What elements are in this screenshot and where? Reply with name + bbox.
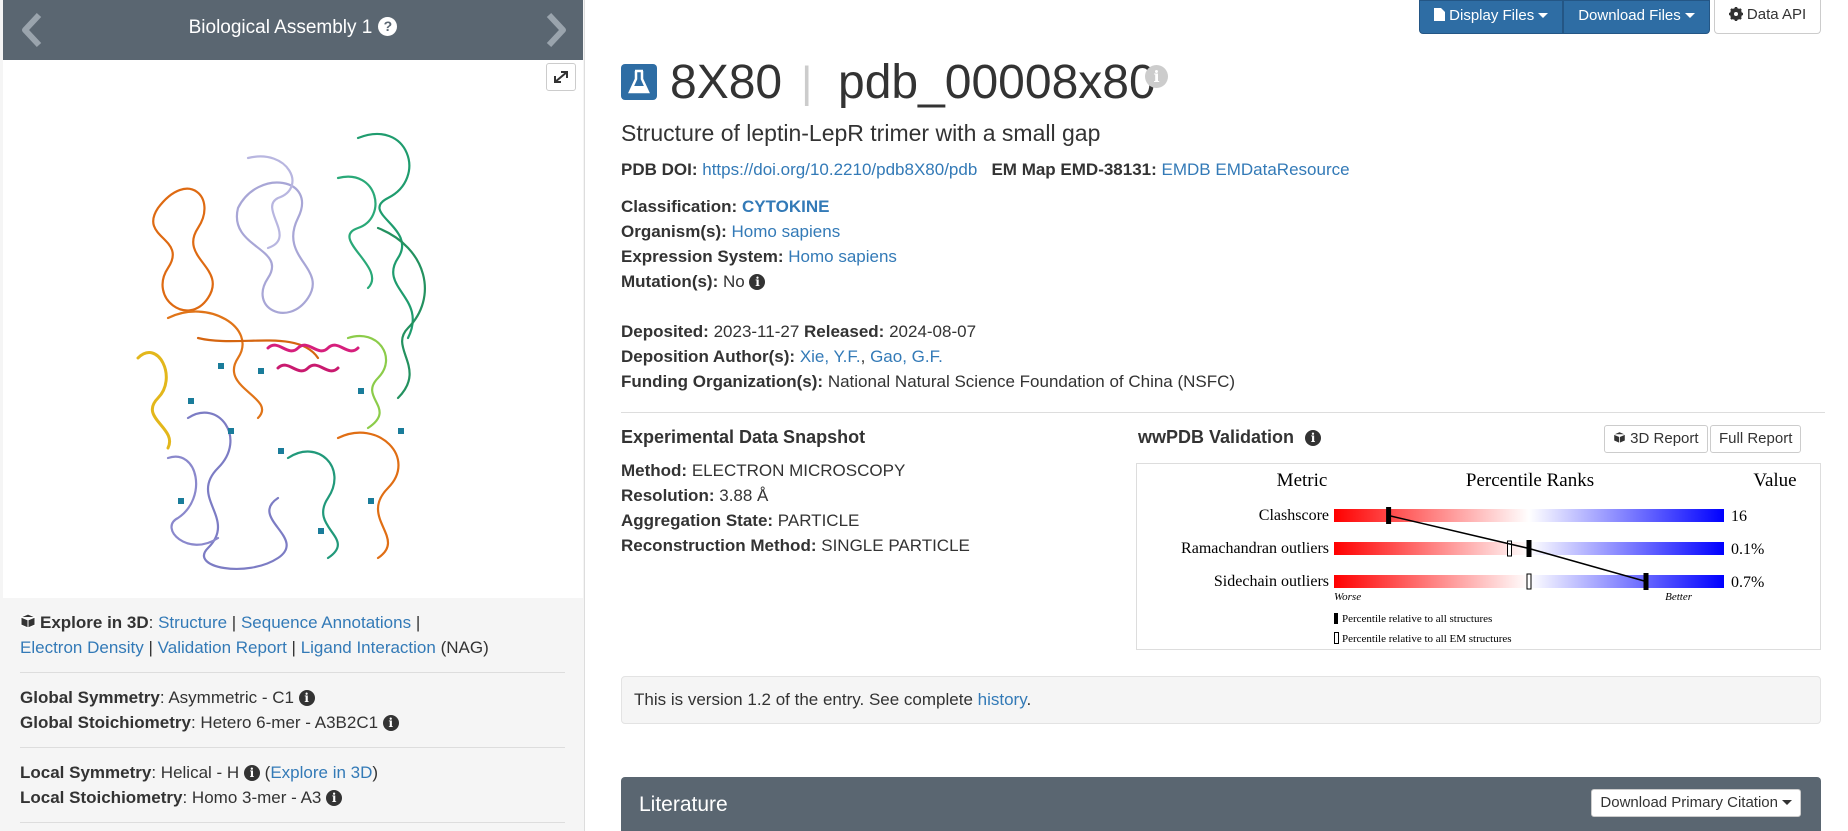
structure-link[interactable]: Structure bbox=[158, 613, 227, 632]
metric-label: Clashscore bbox=[1259, 507, 1329, 524]
metric-value: 0.1% bbox=[1731, 541, 1764, 558]
full-report-button[interactable]: Full Report bbox=[1710, 425, 1802, 453]
classification-row: Classification: CYTOKINE bbox=[621, 197, 830, 216]
value-header: Value bbox=[1753, 470, 1796, 491]
cube-icon bbox=[1613, 431, 1626, 444]
metric-label: Sidechain outliers bbox=[1214, 573, 1329, 590]
entry-title: Structure of leptin-LepR trimer with a s… bbox=[621, 120, 1101, 146]
aggregation-row: Aggregation State: PARTICLE bbox=[621, 511, 860, 530]
worse-label: Worse bbox=[1334, 591, 1361, 603]
metric-value: 0.7% bbox=[1731, 574, 1764, 591]
validation-slider-graphic: Metric Percentile Ranks Value Clashscore… bbox=[1181, 470, 1797, 645]
all-percentile-marker bbox=[1386, 507, 1392, 524]
explore-3d-link[interactable]: Explore in 3D bbox=[270, 763, 372, 782]
info-icon[interactable]: i bbox=[326, 790, 343, 806]
divider bbox=[621, 412, 1825, 413]
gear-icon bbox=[1728, 7, 1743, 21]
display-files-button[interactable]: Display Files bbox=[1419, 0, 1564, 34]
method-row: Method: ELECTRON MICROSCOPY bbox=[621, 461, 906, 480]
percentile-header: Percentile Ranks bbox=[1466, 470, 1594, 491]
validation-slider[interactable]: Metric Percentile Ranks Value Clashscore… bbox=[1136, 463, 1821, 650]
top-toolbar: Display Files Download Files Data API bbox=[1419, 0, 1822, 34]
legend-em: Percentile relative to all EM structures bbox=[1342, 633, 1512, 645]
info-icon[interactable]: i bbox=[749, 274, 766, 290]
download-files-button[interactable]: Download Files bbox=[1563, 0, 1710, 34]
metric-header: Metric bbox=[1277, 470, 1328, 491]
info-icon[interactable]: i bbox=[1145, 65, 1168, 88]
legend-all: Percentile relative to all structures bbox=[1342, 613, 1492, 625]
snapshot-title: Experimental Data Snapshot bbox=[621, 427, 866, 447]
emdb-link[interactable]: EMDB bbox=[1162, 160, 1211, 179]
organism-row: Organism(s): Homo sapiens bbox=[621, 222, 841, 241]
organism-link[interactable]: Homo sapiens bbox=[732, 222, 841, 241]
sequence-annotations-link[interactable]: Sequence Annotations bbox=[241, 613, 411, 632]
metric-value: 16 bbox=[1731, 508, 1747, 525]
author-link[interactable]: Gao, G.F. bbox=[870, 347, 943, 366]
data-api-button[interactable]: Data API bbox=[1713, 0, 1822, 34]
caret-down-icon bbox=[1684, 13, 1695, 18]
molecule-render bbox=[136, 132, 426, 570]
flask-icon bbox=[621, 64, 657, 100]
literature-panel: Literature Download Primary Citation bbox=[621, 777, 1821, 831]
history-link[interactable]: history bbox=[978, 690, 1027, 709]
info-icon[interactable]: i bbox=[382, 715, 399, 731]
caret-down-icon bbox=[1538, 13, 1549, 18]
assembly-info: Explore in 3D: Structure | Sequence Anno… bbox=[20, 610, 565, 831]
explore-section: Explore in 3D: Structure | Sequence Anno… bbox=[20, 610, 565, 673]
structure-image[interactable] bbox=[3, 60, 583, 598]
info-icon[interactable]: i bbox=[1305, 430, 1322, 446]
ligand-interaction-link[interactable]: Ligand Interaction bbox=[301, 638, 436, 657]
all-percentile-marker bbox=[1526, 540, 1532, 557]
expression-row: Expression System: Homo sapiens bbox=[621, 247, 897, 266]
legend-all-marker bbox=[1334, 613, 1338, 624]
help-icon[interactable]: ? bbox=[378, 17, 398, 36]
assembly-carousel-header: Biological Assembly 1? bbox=[3, 0, 583, 60]
authors-row: Deposition Author(s): Xie, Y.F., Gao, G.… bbox=[621, 347, 943, 366]
file-icon bbox=[1434, 8, 1445, 21]
explore-label: Explore in 3D bbox=[40, 613, 149, 632]
info-icon[interactable]: i bbox=[298, 690, 315, 706]
entry-id: 8X80 bbox=[670, 56, 783, 109]
all-percentile-marker bbox=[1643, 573, 1649, 590]
3d-report-button[interactable]: 3D Report bbox=[1604, 425, 1708, 453]
cube-icon bbox=[20, 613, 36, 629]
download-primary-citation-button[interactable]: Download Primary Citation bbox=[1591, 789, 1801, 817]
reconstruction-row: Reconstruction Method: SINGLE PARTICLE bbox=[621, 536, 970, 555]
validation-report-link[interactable]: Validation Report bbox=[158, 638, 287, 657]
expand-button[interactable] bbox=[546, 63, 576, 91]
doi-row: PDB DOI: https://doi.org/10.2210/pdb8X80… bbox=[621, 160, 1350, 179]
dates-row: Deposited: 2023-11-27 Released: 2024-08-… bbox=[621, 322, 977, 341]
literature-title: Literature bbox=[639, 793, 728, 816]
chevron-right-icon[interactable] bbox=[541, 12, 571, 48]
author-link[interactable]: Xie, Y.F. bbox=[800, 347, 861, 366]
better-label: Better bbox=[1665, 591, 1693, 603]
classification-link[interactable]: CYTOKINE bbox=[742, 197, 830, 216]
funding-row: Funding Organization(s): National Natura… bbox=[621, 372, 1236, 391]
resolution-row: Resolution: 3.88 Å bbox=[621, 486, 769, 505]
assembly-title: Biological Assembly 1? bbox=[3, 17, 583, 39]
percentile-bar bbox=[1334, 509, 1724, 522]
version-notice: This is version 1.2 of the entry. See co… bbox=[621, 676, 1821, 724]
doi-link[interactable]: https://doi.org/10.2210/pdb8X80/pdb bbox=[702, 160, 977, 179]
expression-link[interactable]: Homo sapiens bbox=[788, 247, 897, 266]
electron-density-link[interactable]: Electron Density bbox=[20, 638, 144, 657]
global-symmetry-section: Global Symmetry: Asymmetric - C1 i Globa… bbox=[20, 685, 565, 748]
validation-title: wwPDB Validation i bbox=[1138, 427, 1322, 448]
left-panel: Biological Assembly 1? Explore in 3D: St… bbox=[0, 0, 585, 831]
mutation-row: Mutation(s): No i bbox=[621, 272, 766, 292]
expand-icon bbox=[554, 71, 568, 83]
title-separator: | bbox=[801, 58, 813, 107]
em-percentile-marker bbox=[1526, 573, 1532, 590]
emdataresource-link[interactable]: EMDataResource bbox=[1215, 160, 1349, 179]
info-icon[interactable]: i bbox=[243, 765, 260, 781]
local-symmetry-section: Local Symmetry: Helical - H i (Explore i… bbox=[20, 760, 565, 823]
metric-label: Ramachandran outliers bbox=[1181, 540, 1329, 557]
extended-entry-id: pdb_00008x80 bbox=[838, 56, 1156, 109]
legend-em-marker bbox=[1334, 632, 1339, 644]
caret-down-icon bbox=[1782, 800, 1792, 805]
